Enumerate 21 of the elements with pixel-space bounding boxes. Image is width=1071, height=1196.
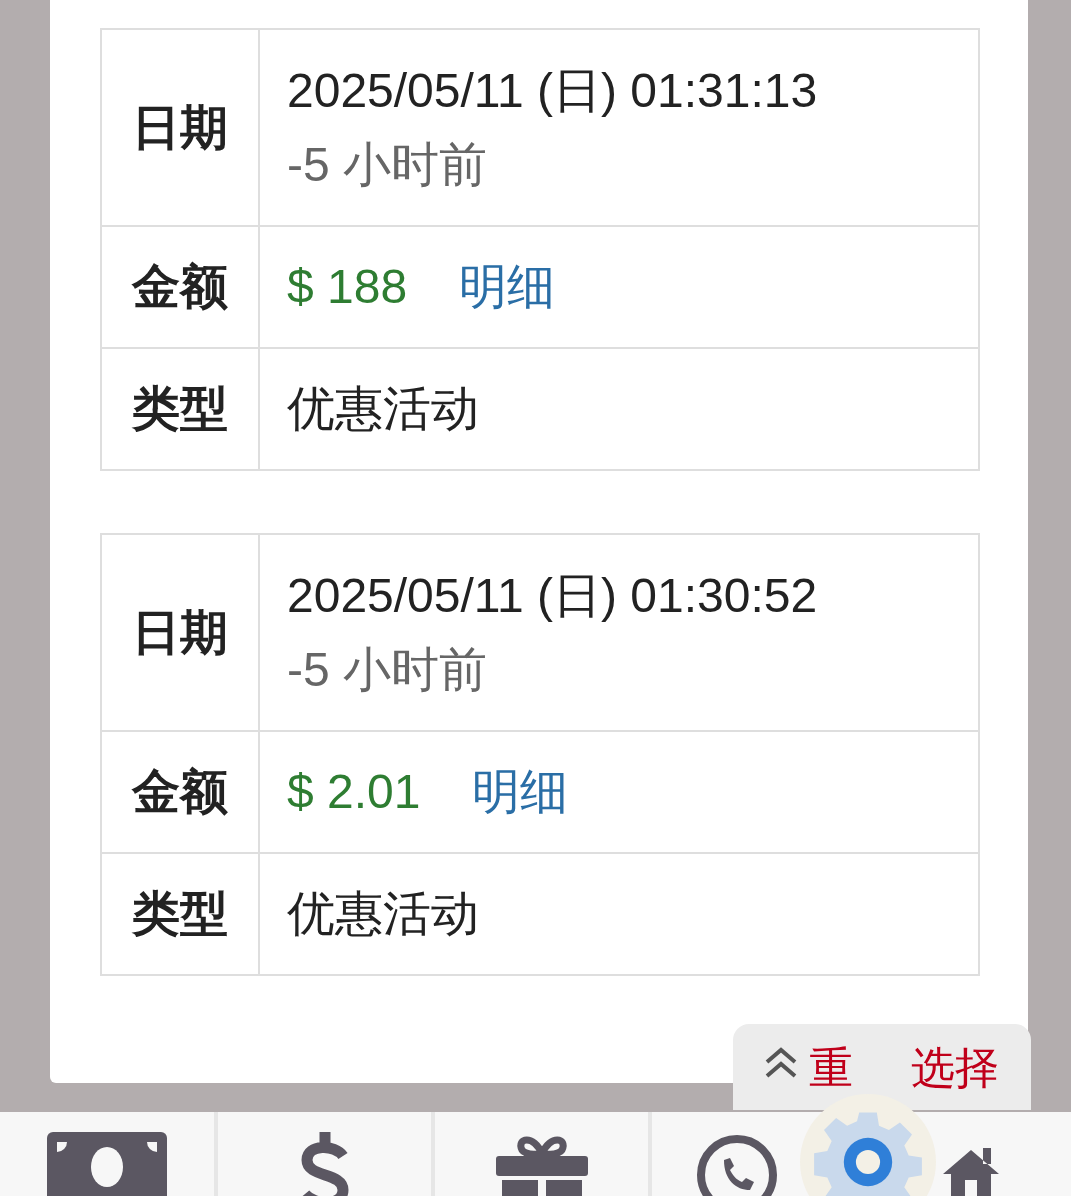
field-label: 金额 (102, 227, 260, 347)
date-text: 2025/05/11 (日) 01:31:13 (287, 62, 819, 119)
reselect-button[interactable]: 重 选择 (733, 1024, 1031, 1110)
details-link[interactable]: 明细 (459, 251, 556, 323)
amount-text: $ 2.01 (287, 764, 421, 820)
field-label: 金额 (102, 732, 260, 852)
details-link[interactable]: 明细 (472, 756, 569, 828)
date-text: 2025/05/11 (日) 01:30:52 (287, 567, 819, 624)
field-label: 类型 (102, 349, 260, 469)
phone-chat-icon[interactable] (694, 1132, 780, 1196)
relative-time: -5 小时前 (287, 136, 488, 193)
type-text: 优惠活动 (287, 886, 479, 942)
double-chevron-up-icon (763, 1046, 799, 1080)
field-label: 日期 (102, 535, 260, 730)
amount-text: $ 188 (287, 259, 408, 315)
type-text: 优惠活动 (287, 381, 479, 437)
field-label: 类型 (102, 854, 260, 974)
banknote-icon[interactable] (47, 1132, 167, 1196)
field-label: 日期 (102, 30, 260, 225)
home-icon[interactable] (941, 1146, 1001, 1196)
relative-time: -5 小时前 (287, 641, 488, 698)
